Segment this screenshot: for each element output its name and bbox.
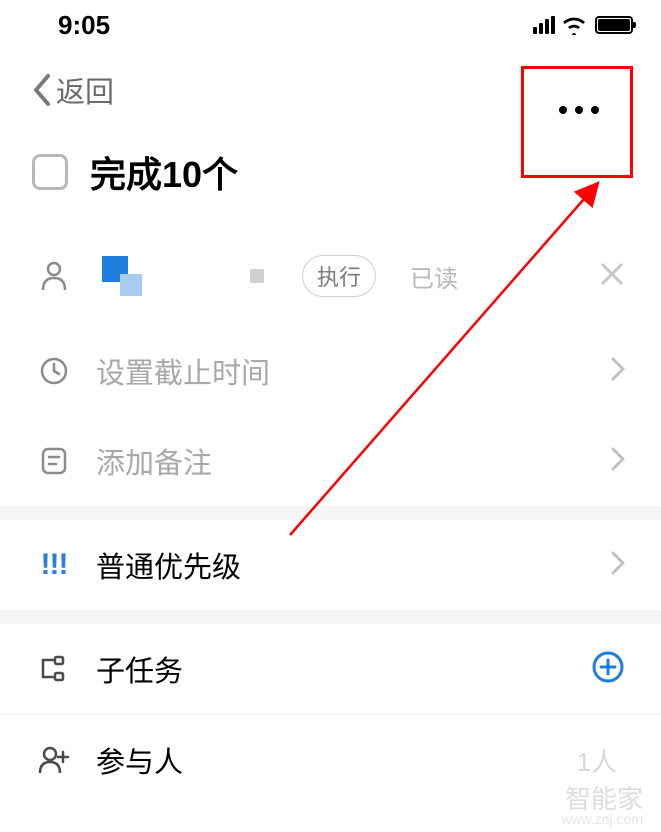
assignee-row[interactable]: 执行 已读 <box>0 226 661 326</box>
chevron-right-icon <box>611 447 625 476</box>
more-icon <box>557 105 601 115</box>
task-title: 完成10个 <box>90 146 238 198</box>
chevron-right-icon <box>611 551 625 580</box>
chevron-left-icon <box>32 73 52 107</box>
nav-bar: 返回 <box>0 50 661 130</box>
priority-label: 普通优先级 <box>96 544 587 586</box>
back-button[interactable]: 返回 <box>32 69 114 111</box>
participants-label: 参与人 <box>96 739 553 781</box>
note-label: 添加备注 <box>96 440 587 482</box>
close-icon <box>599 261 625 287</box>
chevron-right-icon <box>611 357 625 386</box>
task-checkbox[interactable] <box>32 154 68 190</box>
read-status: 已读 <box>410 259 458 294</box>
more-button[interactable] <box>529 60 629 160</box>
subtask-label: 子任务 <box>96 648 567 690</box>
role-pill: 执行 <box>302 255 376 297</box>
priority-row[interactable]: !!! 普通优先级 <box>0 520 661 610</box>
note-icon <box>36 446 72 476</box>
deadline-label: 设置截止时间 <box>96 350 587 392</box>
back-label: 返回 <box>56 69 114 111</box>
wifi-icon <box>561 15 587 35</box>
add-person-icon <box>36 745 72 775</box>
clock-icon <box>36 356 72 386</box>
battery-icon <box>595 16 633 34</box>
participants-count: 1人 <box>577 742 617 779</box>
status-bar: 9:05 <box>0 0 661 50</box>
status-time: 9:05 <box>58 10 110 41</box>
person-icon <box>36 260 72 292</box>
assignee-avatar <box>96 250 278 302</box>
note-row[interactable]: 添加备注 <box>0 416 661 506</box>
signal-icon <box>533 16 555 34</box>
deadline-row[interactable]: 设置截止时间 <box>0 326 661 416</box>
clear-assignee-button[interactable] <box>599 261 625 292</box>
subtask-row[interactable]: 子任务 <box>0 624 661 714</box>
add-subtask-button[interactable] <box>591 650 625 689</box>
subtask-icon <box>36 655 72 683</box>
priority-icon: !!! <box>36 548 72 582</box>
plus-circle-icon <box>591 650 625 684</box>
participants-row[interactable]: 参与人 1人 <box>0 715 661 805</box>
status-icons <box>533 15 633 35</box>
